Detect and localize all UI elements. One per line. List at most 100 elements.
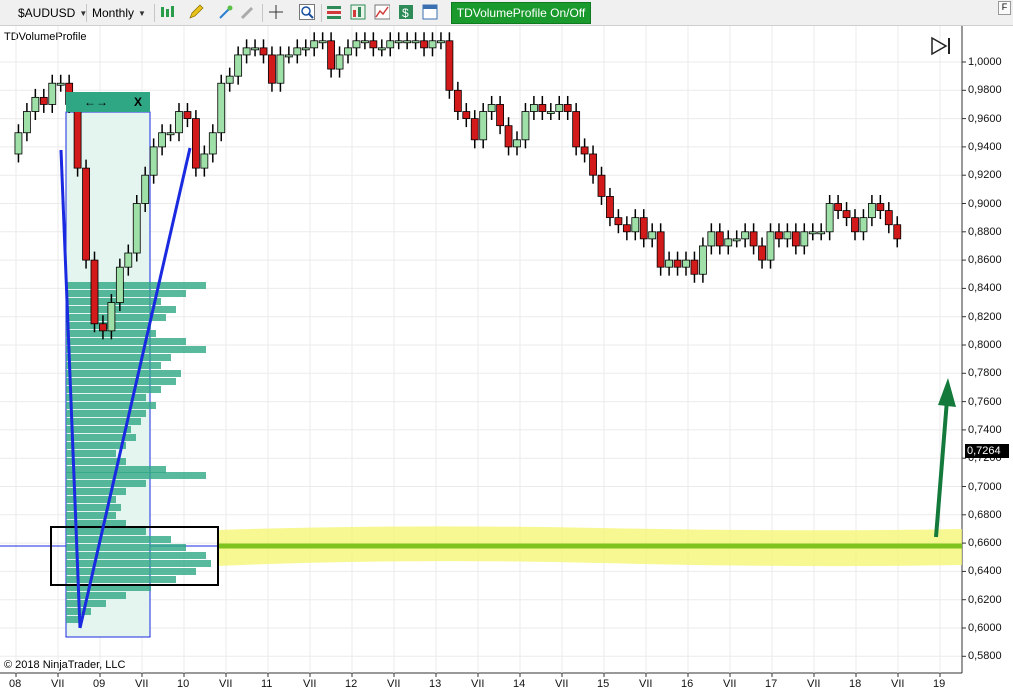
bull-candle	[766, 231, 775, 261]
bar-type-icon[interactable]: ▾	[160, 4, 176, 20]
bear-candle	[884, 210, 893, 226]
bull-candle	[868, 203, 876, 219]
bear-candle	[715, 231, 724, 247]
bull-candle	[242, 47, 251, 56]
volume-bar	[66, 536, 171, 543]
bull-candle	[141, 174, 150, 204]
time-axis-label: VII	[51, 678, 65, 690]
volume-bar	[66, 282, 206, 289]
bear-candle	[538, 104, 547, 112]
price-axis-label: 0,9000	[968, 197, 1002, 210]
chart-icon[interactable]	[374, 4, 390, 20]
volume-bar	[66, 426, 131, 433]
toolbar-divider	[321, 4, 322, 22]
bear-candle	[183, 111, 192, 120]
volume-bar	[66, 560, 211, 567]
bull-candle	[817, 231, 826, 235]
bull-candle	[699, 245, 707, 275]
svg-text:$: $	[402, 6, 409, 20]
bull-candle	[31, 96, 40, 112]
bear-candle	[749, 231, 758, 247]
volume-bar	[66, 576, 176, 583]
volume-bar	[66, 544, 186, 551]
price-axis-label: 0,7000	[968, 480, 1002, 493]
volume-profile-header[interactable]: ←→ X	[66, 92, 150, 112]
volume-bar	[66, 370, 181, 377]
bull-candle	[530, 104, 538, 112]
bull-candle	[284, 54, 293, 58]
crosshair-icon[interactable]: ▾	[268, 4, 284, 20]
window-icon[interactable]	[422, 4, 438, 20]
bull-candle	[808, 231, 817, 235]
panel-button[interactable]: F	[998, 1, 1011, 15]
eraser-icon[interactable]	[240, 4, 256, 20]
bear-candle	[39, 96, 48, 105]
time-axis[interactable]: 08 VII 09 VII 10 VII 11 VII 12 VII 13 VII 14 VII 15 VII…	[0, 673, 962, 693]
bull-candle	[521, 111, 530, 141]
price-axis-label: 0,9200	[968, 169, 1002, 182]
time-axis-label: 11	[261, 678, 273, 690]
chart-toolbar: $AUDUSD ▼ Monthly ▼ ▾ ▾ ▾	[0, 0, 1013, 26]
time-axis-label: 15	[597, 678, 610, 690]
volume-bar	[66, 480, 146, 487]
play-skip-icon[interactable]	[930, 36, 954, 56]
bear-candle	[893, 224, 902, 240]
time-axis-label: 08	[9, 678, 22, 690]
bear-candle	[268, 54, 276, 84]
price-axis-label: 0,5800	[968, 650, 1002, 663]
dollar-icon[interactable]: $	[398, 4, 414, 20]
bull-candle	[352, 40, 361, 49]
volume-bar	[66, 290, 186, 297]
volume-profile-toggle-button[interactable]: TDVolumeProfile On/Off	[451, 2, 591, 24]
bull-candle	[428, 40, 437, 49]
bull-candle	[107, 302, 116, 332]
volume-bar	[66, 552, 206, 559]
zoom-icon[interactable]	[299, 4, 315, 20]
move-handle-icon[interactable]: ←→	[84, 95, 108, 109]
bull-candle	[318, 40, 327, 44]
bear-candle	[82, 167, 90, 261]
bear-candle	[851, 217, 859, 233]
time-axis-label: 16	[681, 678, 694, 690]
price-axis[interactable]: 1,0000 0,9800 0,9600 0,9400 0,9200 0,9000 0,88…	[962, 26, 1013, 673]
instrument-selector[interactable]: $AUDUSD ▼	[18, 3, 87, 23]
bull-candle	[631, 217, 640, 233]
bull-candle	[166, 132, 175, 136]
time-axis-label: 09	[93, 678, 106, 690]
price-axis-label: 0,8200	[968, 310, 1002, 323]
current-price-tag: 0,7264	[965, 444, 1009, 458]
bull-candle	[22, 111, 31, 134]
bull-candle	[115, 266, 124, 303]
bear-candle	[563, 104, 572, 112]
volume-bar	[66, 362, 161, 369]
price-chart[interactable]	[0, 26, 1013, 693]
bull-candle	[344, 47, 352, 56]
instrument-label: $AUDUSD	[18, 6, 76, 20]
strategy-icon[interactable]	[326, 4, 342, 20]
bear-candle	[327, 40, 336, 70]
time-axis-label: 12	[345, 678, 358, 690]
up-arrow-shaft	[934, 399, 949, 538]
bear-candle	[462, 111, 471, 120]
price-axis-label: 0,6200	[968, 593, 1002, 606]
bear-candle	[572, 111, 581, 148]
bear-candle	[580, 146, 589, 155]
volume-bar	[66, 306, 176, 313]
bull-candle	[48, 82, 57, 105]
bull-candle	[487, 104, 496, 112]
time-axis-label: VII	[807, 678, 821, 690]
bear-candle	[606, 196, 614, 219]
volume-bar	[66, 410, 146, 417]
time-axis-label: 14	[513, 678, 526, 690]
pencil-icon[interactable]: ▾	[188, 4, 204, 20]
bull-candle	[301, 47, 310, 51]
magic-wand-icon[interactable]	[218, 4, 234, 20]
bear-candle	[876, 203, 885, 211]
period-selector[interactable]: Monthly ▼	[92, 3, 146, 23]
volume-bar	[66, 512, 116, 519]
strategy-icon[interactable]	[350, 4, 366, 20]
volume-bar	[66, 472, 206, 479]
bull-candle	[124, 252, 133, 268]
close-profile-button[interactable]: X	[134, 95, 142, 109]
bull-candle	[546, 111, 555, 114]
